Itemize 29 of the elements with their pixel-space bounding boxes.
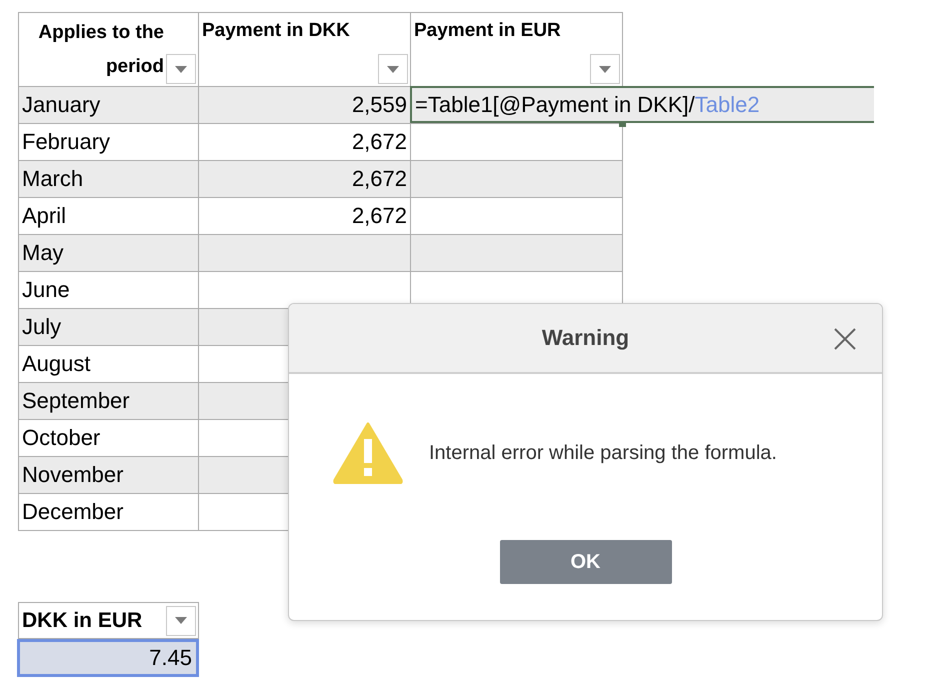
dialog-message: Internal error while parsing the formula. [429, 442, 777, 464]
filter-button[interactable] [590, 54, 620, 84]
close-icon[interactable] [834, 328, 856, 350]
table-cell: September [19, 383, 199, 420]
warning-icon [333, 422, 403, 484]
table-cell: May [19, 235, 199, 272]
caret-icon [599, 66, 611, 72]
table-cell: 2,672 [199, 161, 411, 198]
column-header: Applies to the period [37, 21, 164, 79]
formula-input[interactable]: =Table1[@Payment in DKK]/Table2 [410, 86, 874, 123]
table-cell: January [19, 87, 199, 124]
column-header: Payment in DKK [202, 19, 351, 43]
ok-button[interactable]: OK [500, 540, 672, 584]
filter-button[interactable] [378, 54, 408, 84]
caret-icon [387, 66, 399, 72]
table-cell: July [19, 309, 199, 346]
table-cell: December [19, 494, 199, 531]
filter-button[interactable] [166, 606, 196, 636]
dialog-title: Warning [542, 325, 630, 351]
fill-handle[interactable] [619, 121, 626, 127]
table-cell: 2,559 [199, 87, 411, 124]
column-header: DKK in EUR [22, 608, 144, 634]
caret-icon [175, 617, 187, 624]
filter-button[interactable] [166, 54, 196, 84]
column-header: Payment in EUR [414, 19, 562, 43]
table-cell: March [19, 161, 199, 198]
table-cell[interactable]: 7.45 [17, 639, 199, 677]
caret-icon [175, 66, 187, 72]
table-cell: November [19, 457, 199, 494]
